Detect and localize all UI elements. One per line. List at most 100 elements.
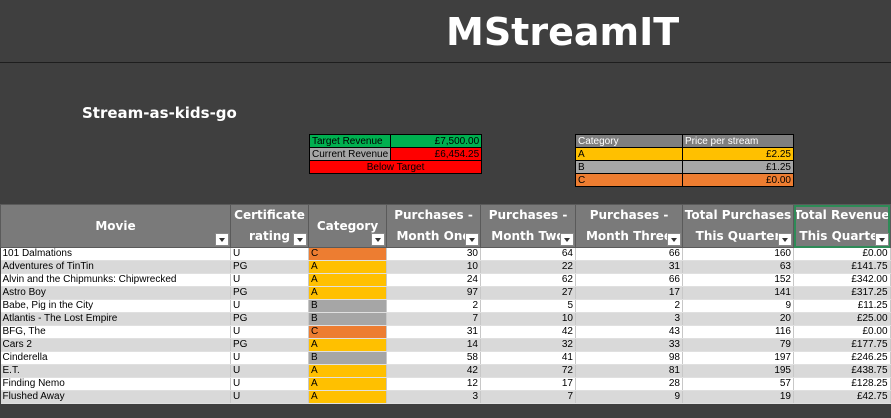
month-one-cell[interactable]: 97: [386, 286, 481, 300]
category-cell[interactable]: A: [308, 338, 387, 352]
month-two-cell[interactable]: 5: [480, 299, 576, 313]
certificate-cell[interactable]: U: [230, 299, 309, 313]
movie-cell[interactable]: Adventures of TinTin: [0, 260, 231, 274]
col-header-month-one[interactable]: Purchases - Month One: [386, 204, 481, 248]
total-revenue-cell[interactable]: £342.00: [793, 273, 891, 287]
certificate-cell[interactable]: U: [230, 351, 309, 365]
month-two-cell[interactable]: 7: [480, 390, 576, 404]
movie-cell[interactable]: Atlantis - The Lost Empire: [0, 312, 231, 326]
month-two-cell[interactable]: 62: [480, 273, 576, 287]
month-two-cell[interactable]: 10: [480, 312, 576, 326]
total-purchases-cell[interactable]: 152: [682, 273, 794, 287]
price-header-price[interactable]: Price per stream: [682, 134, 794, 148]
target-revenue-value[interactable]: £7,500.00: [390, 134, 483, 148]
total-revenue-cell[interactable]: £246.25: [793, 351, 891, 365]
movie-cell[interactable]: Astro Boy: [0, 286, 231, 300]
price-value-c[interactable]: £0.00: [682, 173, 794, 187]
month-one-cell[interactable]: 3: [386, 390, 481, 404]
certificate-cell[interactable]: U: [230, 273, 309, 287]
filter-dropdown-icon[interactable]: [293, 233, 307, 246]
month-three-cell[interactable]: 81: [575, 364, 683, 378]
total-purchases-cell[interactable]: 195: [682, 364, 794, 378]
total-revenue-cell[interactable]: £0.00: [793, 325, 891, 339]
month-one-cell[interactable]: 14: [386, 338, 481, 352]
revenue-status[interactable]: Below Target: [308, 160, 483, 174]
month-two-cell[interactable]: 22: [480, 260, 576, 274]
month-three-cell[interactable]: 17: [575, 286, 683, 300]
total-purchases-cell[interactable]: 20: [682, 312, 794, 326]
month-three-cell[interactable]: 2: [575, 299, 683, 313]
col-header-total-revenue[interactable]: Total Revenue This Quarter: [793, 204, 891, 248]
filter-dropdown-icon[interactable]: [371, 233, 385, 246]
certificate-cell[interactable]: PG: [230, 260, 309, 274]
total-purchases-cell[interactable]: 63: [682, 260, 794, 274]
total-revenue-cell[interactable]: £128.25: [793, 377, 891, 391]
total-revenue-cell[interactable]: £177.75: [793, 338, 891, 352]
movie-cell[interactable]: Cinderella: [0, 351, 231, 365]
month-one-cell[interactable]: 31: [386, 325, 481, 339]
certificate-cell[interactable]: PG: [230, 286, 309, 300]
filter-dropdown-icon[interactable]: [215, 233, 229, 246]
month-three-cell[interactable]: 9: [575, 390, 683, 404]
month-two-cell[interactable]: 27: [480, 286, 576, 300]
month-three-cell[interactable]: 98: [575, 351, 683, 365]
current-revenue-value[interactable]: £6,454.25: [390, 147, 483, 161]
month-three-cell[interactable]: 33: [575, 338, 683, 352]
current-revenue-label[interactable]: Current Revenue: [308, 147, 392, 161]
certificate-cell[interactable]: U: [230, 247, 309, 261]
target-revenue-label[interactable]: Target Revenue: [308, 134, 392, 148]
movie-cell[interactable]: BFG, The: [0, 325, 231, 339]
category-cell[interactable]: C: [308, 325, 387, 339]
total-purchases-cell[interactable]: 9: [682, 299, 794, 313]
month-two-cell[interactable]: 32: [480, 338, 576, 352]
category-cell[interactable]: A: [308, 260, 387, 274]
category-cell[interactable]: C: [308, 247, 387, 261]
price-value-b[interactable]: £1.25: [682, 160, 794, 174]
month-one-cell[interactable]: 58: [386, 351, 481, 365]
total-revenue-cell[interactable]: £0.00: [793, 247, 891, 261]
total-revenue-cell[interactable]: £317.25: [793, 286, 891, 300]
col-header-certificate[interactable]: Certificate rating: [230, 204, 309, 248]
total-purchases-cell[interactable]: 79: [682, 338, 794, 352]
category-cell[interactable]: A: [308, 377, 387, 391]
category-cell[interactable]: A: [308, 273, 387, 287]
month-three-cell[interactable]: 43: [575, 325, 683, 339]
category-cell[interactable]: B: [308, 299, 387, 313]
certificate-cell[interactable]: U: [230, 377, 309, 391]
month-one-cell[interactable]: 42: [386, 364, 481, 378]
category-cell[interactable]: B: [308, 351, 387, 365]
certificate-cell[interactable]: PG: [230, 338, 309, 352]
month-three-cell[interactable]: 31: [575, 260, 683, 274]
month-one-cell[interactable]: 30: [386, 247, 481, 261]
certificate-cell[interactable]: U: [230, 390, 309, 404]
price-cat-a[interactable]: A: [575, 147, 683, 161]
month-three-cell[interactable]: 3: [575, 312, 683, 326]
movie-cell[interactable]: Finding Nemo: [0, 377, 231, 391]
total-revenue-cell[interactable]: £438.75: [793, 364, 891, 378]
certificate-cell[interactable]: PG: [230, 312, 309, 326]
movie-cell[interactable]: 101 Dalmations: [0, 247, 231, 261]
certificate-cell[interactable]: U: [230, 325, 309, 339]
certificate-cell[interactable]: U: [230, 364, 309, 378]
month-one-cell[interactable]: 7: [386, 312, 481, 326]
total-revenue-cell[interactable]: £25.00: [793, 312, 891, 326]
movie-cell[interactable]: E.T.: [0, 364, 231, 378]
total-purchases-cell[interactable]: 19: [682, 390, 794, 404]
col-header-category[interactable]: Category: [308, 204, 387, 248]
total-purchases-cell[interactable]: 141: [682, 286, 794, 300]
total-purchases-cell[interactable]: 116: [682, 325, 794, 339]
month-one-cell[interactable]: 2: [386, 299, 481, 313]
col-header-month-two[interactable]: Purchases - Month Two: [480, 204, 576, 248]
price-header-category[interactable]: Category: [575, 134, 683, 148]
filter-dropdown-icon[interactable]: [874, 233, 889, 246]
movie-cell[interactable]: Cars 2: [0, 338, 231, 352]
month-one-cell[interactable]: 12: [386, 377, 481, 391]
total-purchases-cell[interactable]: 197: [682, 351, 794, 365]
price-value-a[interactable]: £2.25: [682, 147, 794, 161]
month-two-cell[interactable]: 42: [480, 325, 576, 339]
col-header-month-three[interactable]: Purchases - Month Three: [575, 204, 683, 248]
filter-dropdown-icon[interactable]: [560, 233, 574, 246]
month-two-cell[interactable]: 17: [480, 377, 576, 391]
month-three-cell[interactable]: 66: [575, 273, 683, 287]
month-three-cell[interactable]: 28: [575, 377, 683, 391]
